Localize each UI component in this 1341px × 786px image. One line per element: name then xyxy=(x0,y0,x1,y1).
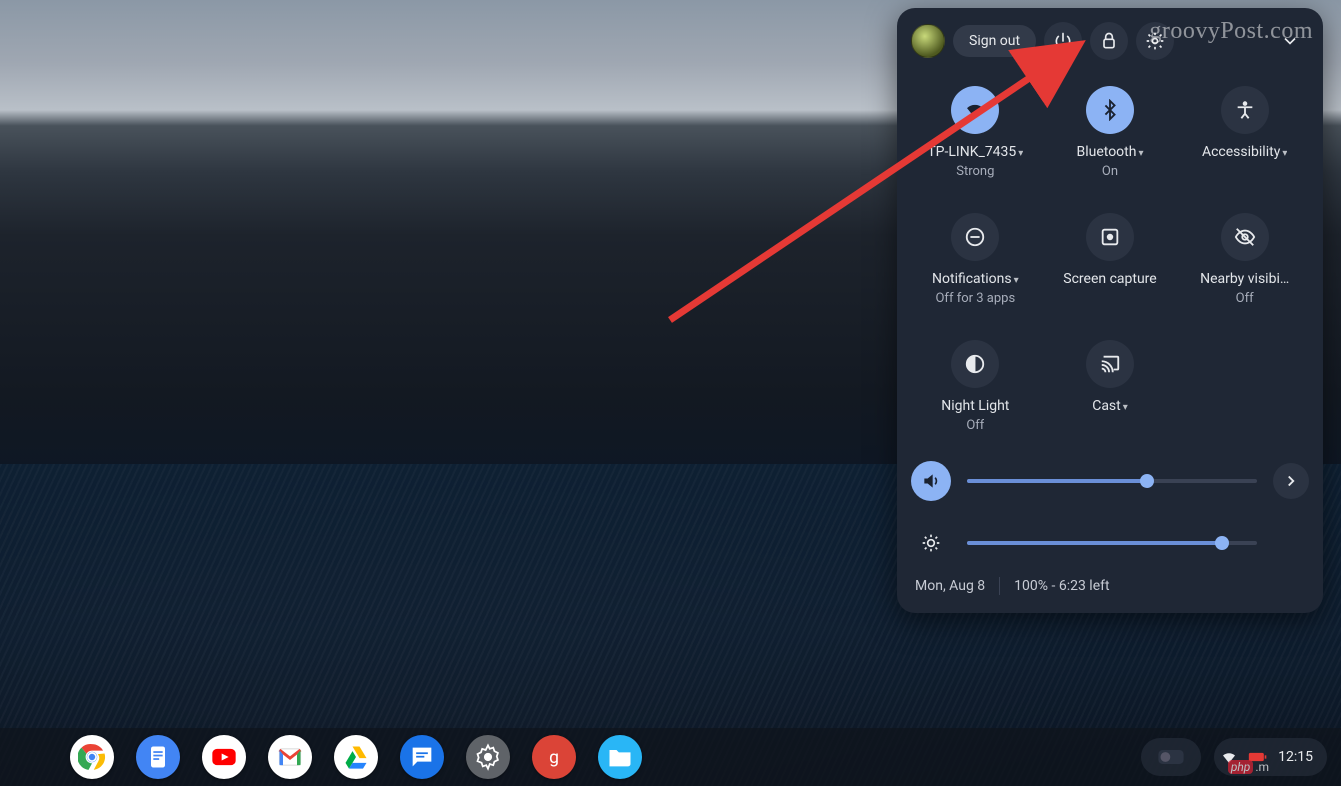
audio-settings-button[interactable] xyxy=(1273,463,1309,499)
app-files[interactable] xyxy=(598,735,642,779)
tile-accessibility[interactable]: Accessibility▾ xyxy=(1180,86,1309,179)
brightness-button[interactable] xyxy=(911,523,951,563)
tile-label: Bluetooth xyxy=(1076,144,1136,160)
quick-settings-grid: TP-LINK_7435▾ Strong Bluetooth▾ On Acces… xyxy=(911,86,1309,433)
tile-label: Night Light xyxy=(941,398,1009,414)
tile-sub: Off xyxy=(1236,291,1254,306)
app-chrome[interactable] xyxy=(70,735,114,779)
youtube-icon xyxy=(210,743,238,771)
drive-icon xyxy=(342,743,370,771)
tile-cast[interactable]: Cast▾ xyxy=(1046,340,1175,433)
power-icon xyxy=(1053,31,1073,51)
dnd-icon xyxy=(951,213,999,261)
wifi-icon xyxy=(951,86,999,134)
tile-wifi[interactable]: TP-LINK_7435▾ Strong xyxy=(911,86,1040,179)
battery-status-icon xyxy=(1248,750,1268,764)
shelf: g 12:15 xyxy=(0,728,1341,786)
lock-icon xyxy=(1099,31,1119,51)
google-plus-icon: g xyxy=(540,743,568,771)
app-settings[interactable] xyxy=(466,735,510,779)
user-avatar[interactable] xyxy=(911,24,945,58)
tile-label: TP-LINK_7435 xyxy=(927,144,1016,160)
app-docs[interactable] xyxy=(136,735,180,779)
settings-button[interactable] xyxy=(1136,22,1174,60)
docs-icon xyxy=(144,743,172,771)
tile-label: Accessibility xyxy=(1202,144,1280,160)
power-button[interactable] xyxy=(1044,22,1082,60)
footer-battery: 100% - 6:23 left xyxy=(1014,578,1109,594)
app-gmail[interactable] xyxy=(268,735,312,779)
wifi-status-icon xyxy=(1220,748,1238,766)
messages-icon xyxy=(408,743,436,771)
tile-sub: Off xyxy=(966,418,984,433)
volume-button[interactable] xyxy=(911,461,951,501)
volume-slider[interactable] xyxy=(967,479,1257,483)
app-messages[interactable] xyxy=(400,735,444,779)
sign-out-button[interactable]: Sign out xyxy=(953,25,1036,57)
night-light-icon xyxy=(951,340,999,388)
bluetooth-icon xyxy=(1086,86,1134,134)
app-google-plus[interactable]: g xyxy=(532,735,576,779)
volume-row xyxy=(911,461,1309,501)
screen-capture-icon xyxy=(1086,213,1134,261)
clock: 12:15 xyxy=(1278,749,1313,765)
visibility-off-icon xyxy=(1221,213,1269,261)
tile-nearby[interactable]: Nearby visibi… Off xyxy=(1180,213,1309,306)
shelf-apps: g xyxy=(70,735,642,779)
app-drive[interactable] xyxy=(334,735,378,779)
notification-thumb-icon xyxy=(1157,747,1185,767)
volume-icon xyxy=(921,471,941,491)
accessibility-icon xyxy=(1221,86,1269,134)
gear-icon xyxy=(1145,31,1165,51)
quick-settings-footer: Mon, Aug 8 100% - 6:23 left xyxy=(911,577,1309,595)
status-notification-pill[interactable] xyxy=(1141,738,1201,776)
tile-label: Cast xyxy=(1092,398,1121,414)
tile-screen-capture[interactable]: Screen capture xyxy=(1046,213,1175,306)
chrome-icon xyxy=(78,743,106,771)
gear-icon xyxy=(474,743,502,771)
quick-settings-header: Sign out xyxy=(911,22,1309,60)
collapse-button[interactable] xyxy=(1271,22,1309,60)
status-tray[interactable]: 12:15 xyxy=(1214,738,1327,776)
tile-bluetooth[interactable]: Bluetooth▾ On xyxy=(1046,86,1175,179)
brightness-icon xyxy=(921,533,941,553)
sliders xyxy=(911,461,1309,563)
brightness-row xyxy=(911,523,1309,563)
lock-button[interactable] xyxy=(1090,22,1128,60)
tile-sub: Off for 3 apps xyxy=(935,291,1015,306)
tile-night-light[interactable]: Night Light Off xyxy=(911,340,1040,433)
tile-label: Screen capture xyxy=(1063,271,1156,288)
cast-icon xyxy=(1086,340,1134,388)
footer-date: Mon, Aug 8 xyxy=(915,578,985,594)
svg-text:g: g xyxy=(549,748,559,768)
tile-sub: On xyxy=(1102,164,1118,179)
chevron-right-icon xyxy=(1282,472,1300,490)
tile-label: Nearby visibi… xyxy=(1200,271,1289,287)
chevron-down-icon xyxy=(1280,31,1300,51)
tile-sub: Strong xyxy=(956,164,994,179)
tile-label: Notifications xyxy=(932,271,1012,287)
brightness-slider[interactable] xyxy=(967,541,1257,545)
divider xyxy=(999,577,1000,595)
app-youtube[interactable] xyxy=(202,735,246,779)
quick-settings-panel: Sign out TP-LINK_7435▾ Strong Blueto xyxy=(897,8,1323,613)
tile-notifications[interactable]: Notifications▾ Off for 3 apps xyxy=(911,213,1040,306)
folder-icon xyxy=(606,743,634,771)
gmail-icon xyxy=(276,743,304,771)
